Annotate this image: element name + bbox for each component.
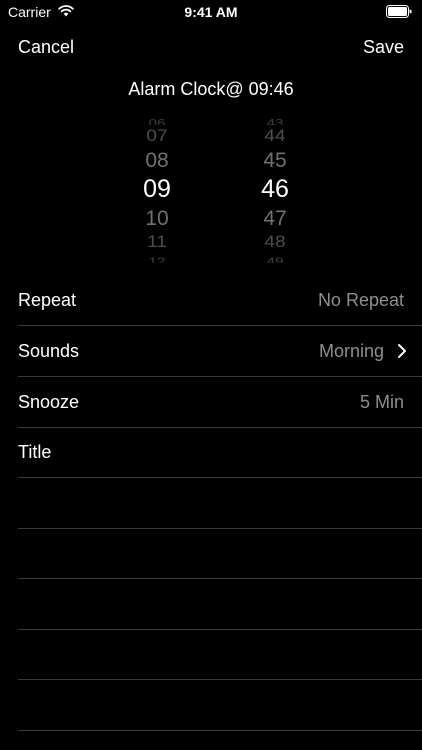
save-button[interactable]: Save: [363, 37, 404, 58]
minute-option[interactable]: 48: [235, 234, 315, 250]
repeat-value: No Repeat: [317, 290, 404, 310]
hour-option[interactable]: 07: [117, 128, 197, 144]
minute-option[interactable]: 49: [235, 256, 315, 263]
hour-option[interactable]: 12: [117, 256, 197, 263]
minute-wheel[interactable]: 43 44 45 46 47 48 49: [235, 116, 315, 264]
empty-row: [18, 579, 422, 630]
chevron-right-icon: [398, 344, 406, 358]
hour-option[interactable]: 10: [117, 208, 197, 229]
minute-option[interactable]: 45: [235, 150, 315, 171]
minute-selected[interactable]: 46: [235, 177, 315, 202]
empty-row: [18, 680, 422, 731]
minute-option[interactable]: 44: [235, 128, 315, 144]
minute-option[interactable]: 47: [235, 208, 315, 229]
snooze-row[interactable]: Snooze 5 Min: [18, 377, 422, 428]
repeat-label: Repeat: [18, 290, 77, 310]
minute-option[interactable]: 43: [235, 117, 315, 125]
sounds-value: Morning: [318, 341, 384, 361]
status-bar: Carrier 9:41 AM: [0, 0, 422, 24]
hour-option[interactable]: 11: [117, 234, 197, 250]
title-label: Title: [18, 442, 52, 462]
hour-option[interactable]: 08: [117, 150, 197, 171]
sounds-row[interactable]: Sounds Morning: [18, 326, 422, 377]
empty-row: [18, 478, 422, 529]
empty-row: [18, 629, 422, 680]
repeat-row[interactable]: Repeat No Repeat: [18, 275, 422, 326]
time-picker[interactable]: 06 07 08 09 10 11 12 43 44 45 46 47 48 4…: [0, 116, 422, 264]
title-row[interactable]: Title: [18, 427, 422, 478]
snooze-value: 5 Min: [359, 392, 404, 412]
battery-icon: [386, 5, 412, 18]
cancel-button[interactable]: Cancel: [18, 37, 74, 58]
hour-selected[interactable]: 09: [117, 177, 197, 202]
hour-option[interactable]: 06: [117, 117, 197, 125]
empty-row: [18, 528, 422, 579]
sounds-label: Sounds: [18, 341, 80, 361]
snooze-label: Snooze: [18, 392, 80, 412]
alarm-title: Alarm Clock@ 09:46: [128, 79, 294, 99]
status-time: 9:41 AM: [184, 4, 238, 20]
hour-wheel[interactable]: 06 07 08 09 10 11 12: [117, 116, 197, 264]
